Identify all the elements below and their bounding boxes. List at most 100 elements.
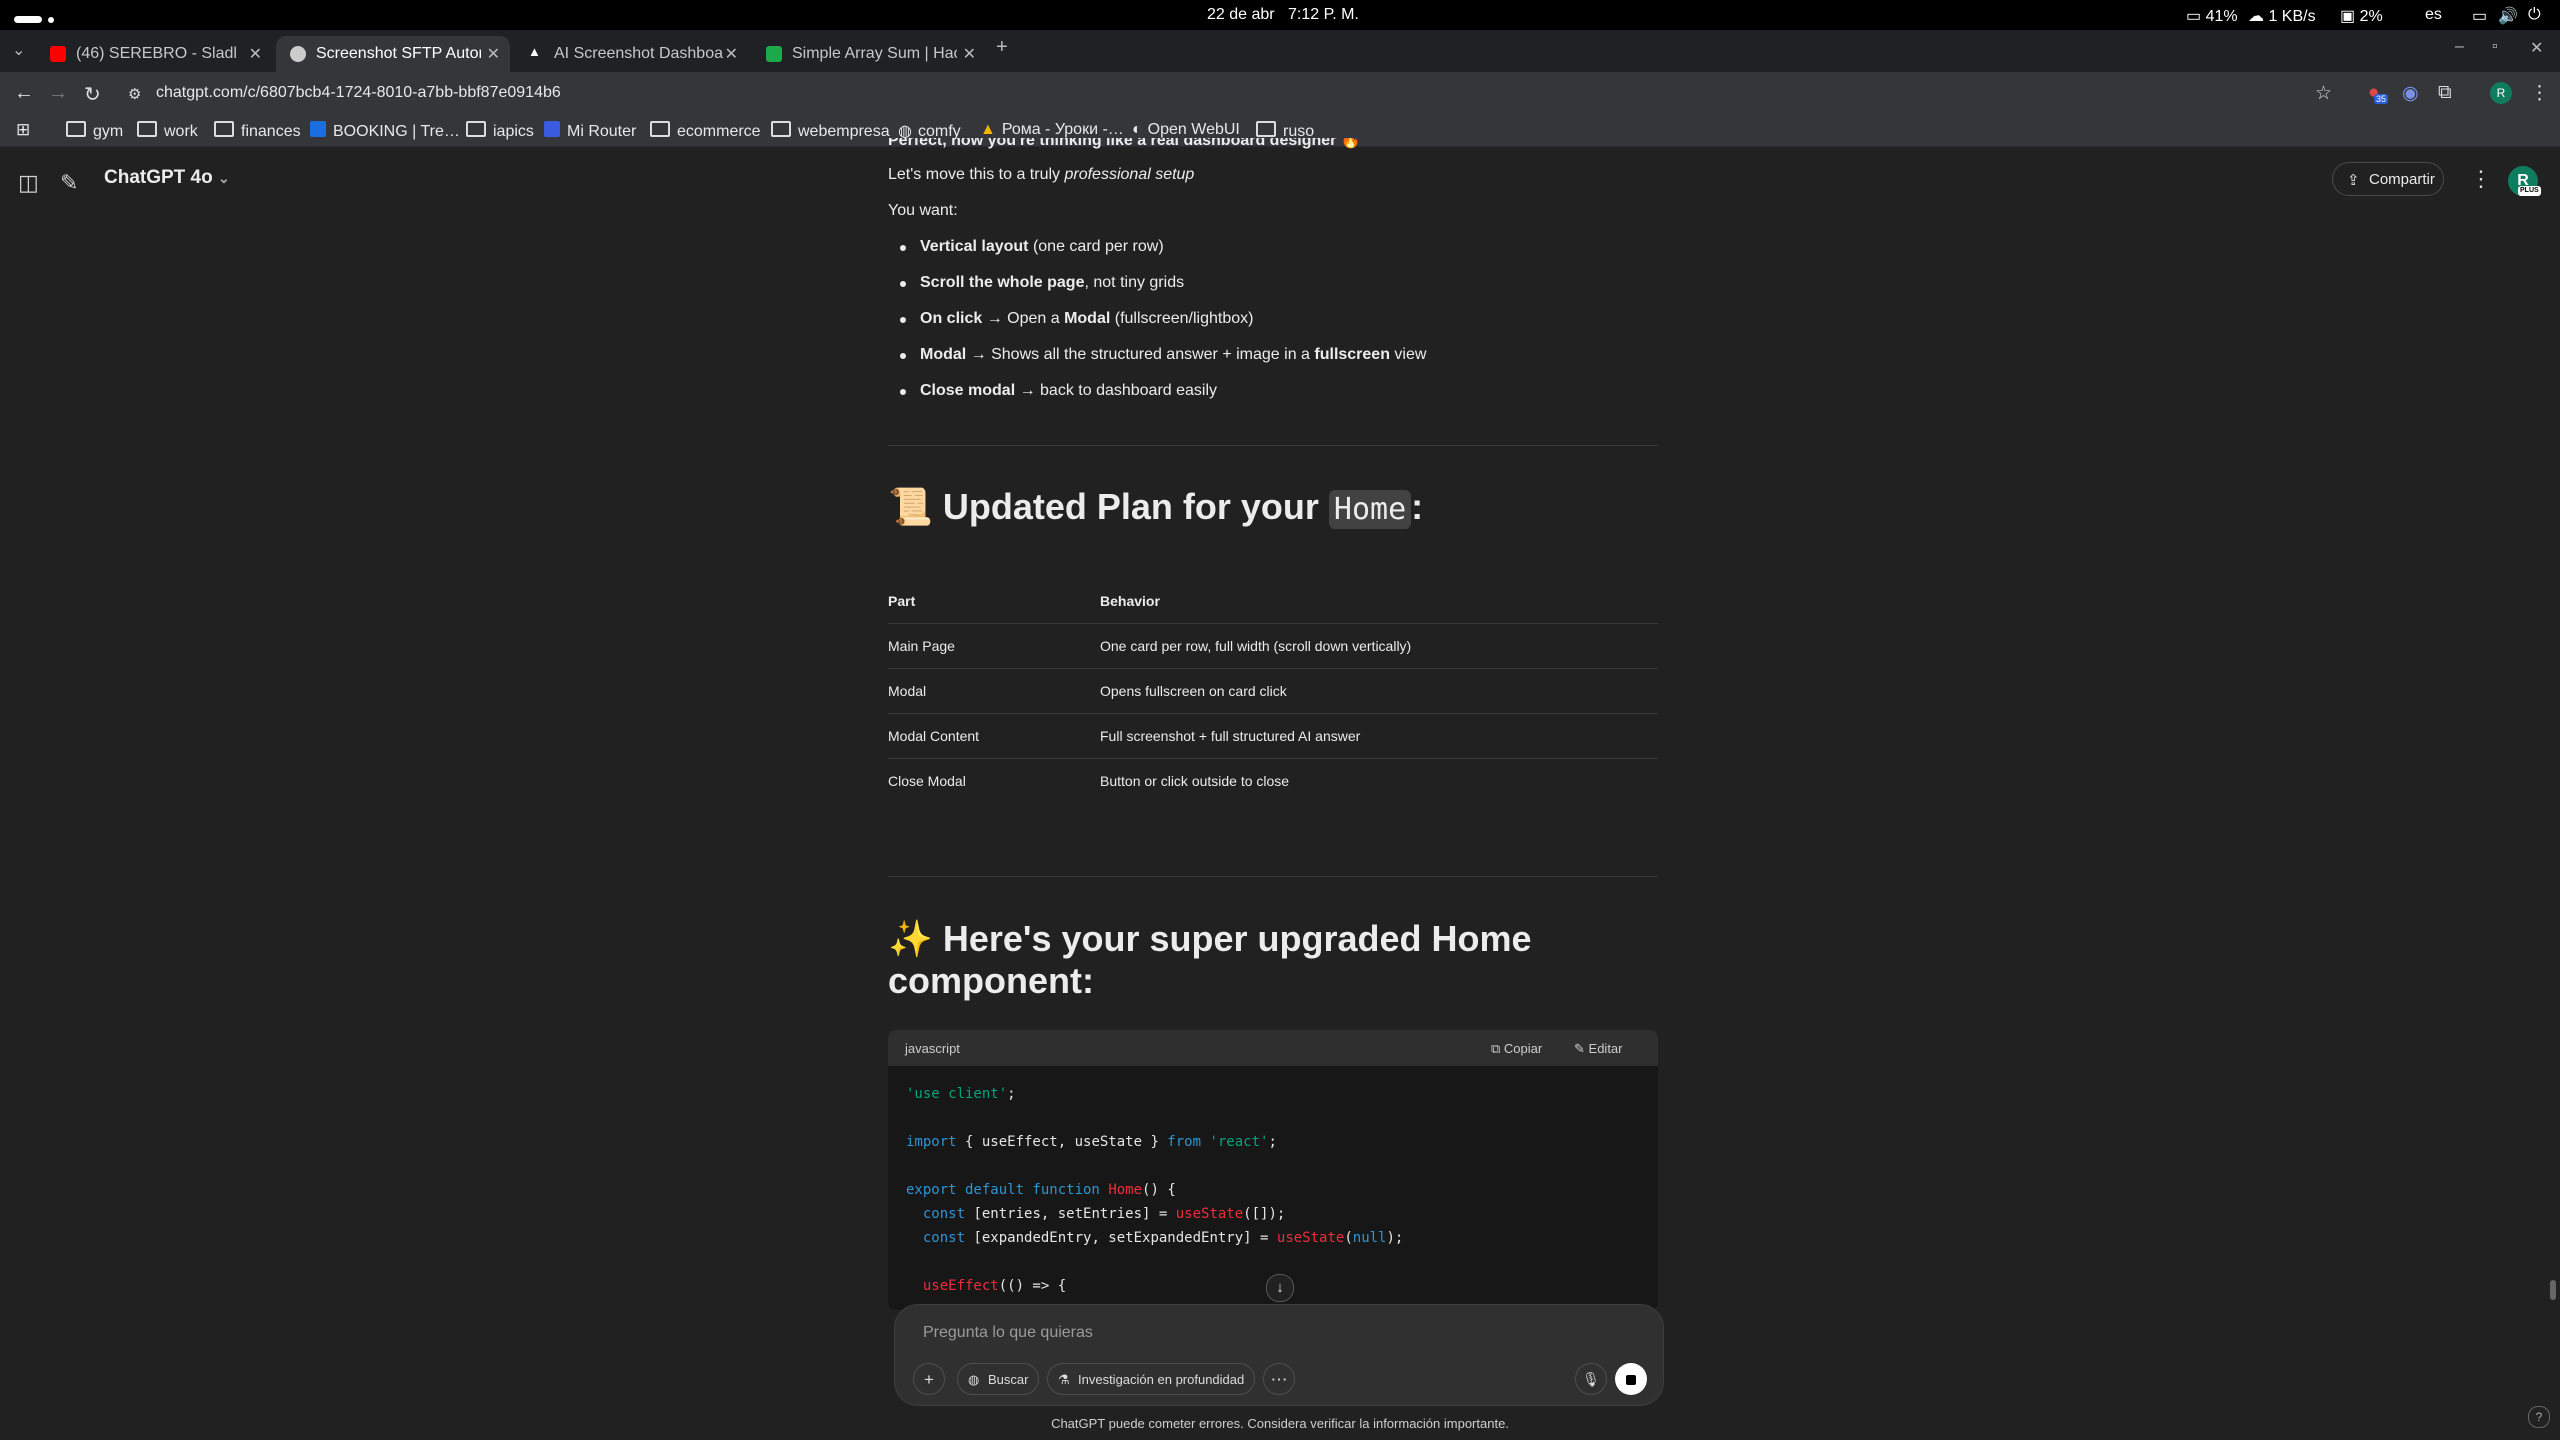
- system-clock[interactable]: 7:12 P. M.: [1288, 6, 1359, 24]
- copy-code-button[interactable]: ⧉ Copiar: [1491, 1041, 1542, 1057]
- extension-red-icon[interactable]: ● 35: [2368, 82, 2389, 104]
- bookmark-folder-work[interactable]: work: [137, 121, 198, 141]
- avatar[interactable]: R PLUS: [2508, 166, 2541, 196]
- browser-menu-icon[interactable]: ⋮: [2530, 82, 2549, 105]
- folder-icon: [771, 121, 791, 137]
- stop-generating-button[interactable]: [1615, 1363, 1647, 1395]
- screen-icon[interactable]: ▭: [2472, 6, 2487, 26]
- reload-icon[interactable]: ↻: [84, 82, 101, 107]
- bookmark-roma-lessons[interactable]: ▲ Рома - Уроки -…: [980, 121, 1124, 139]
- deep-research-button[interactable]: ⚗ Investigación en profundidad: [1047, 1363, 1255, 1395]
- browser-toolbar: ← → ↻ ⚙ chatgpt.com/c/6807bcb4-1724-8010…: [0, 72, 2560, 116]
- disclaimer-text: ChatGPT puede cometer errores. Considera…: [1051, 1416, 1509, 1431]
- tab-ai-screenshot-dashboard[interactable]: ▲ AI Screenshot Dashboard ✕: [514, 36, 748, 72]
- globe-icon: ◍: [968, 1372, 980, 1387]
- search-button[interactable]: ◍ Buscar: [957, 1363, 1039, 1395]
- close-tab-icon[interactable]: ✕: [725, 44, 738, 64]
- folder-icon: [1256, 121, 1276, 137]
- maximize-window-icon[interactable]: ▫: [2492, 38, 2498, 56]
- intro-text: Let's move this to a truly: [888, 166, 1065, 183]
- plan-heading: 📜 Updated Plan for your Home:: [888, 486, 1423, 531]
- close-tab-icon[interactable]: ✕: [249, 44, 262, 64]
- tab-title: Simple Array Sum | Hacke: [792, 45, 957, 62]
- table-header-row: Part Behavior: [888, 578, 1658, 624]
- edit-label: Editar: [1588, 1041, 1623, 1056]
- cpu-indicator[interactable]: ▣ 2%: [2340, 6, 2383, 26]
- close-tab-icon[interactable]: ✕: [963, 44, 976, 64]
- message-composer: Pregunta lo que quieras + ◍ Buscar ⚗ Inves…: [894, 1304, 1664, 1406]
- volume-icon[interactable]: 🔊: [2498, 6, 2518, 26]
- power-icon[interactable]: ⏻: [2528, 6, 2541, 24]
- bookmark-open-webui[interactable]: ◐ Open WebUI: [1132, 121, 1240, 139]
- bookmark-star-icon[interactable]: ☆: [2315, 82, 2332, 105]
- heading-bold: super upgraded Home: [1149, 918, 1532, 959]
- bookmark-folder-gym[interactable]: gym: [66, 121, 123, 141]
- bookmark-folder-iapics[interactable]: iapics: [466, 121, 534, 141]
- tab-simple-array-sum[interactable]: Simple Array Sum | Hacke ✕: [752, 36, 986, 72]
- list-item-bold: Modal →: [920, 346, 992, 363]
- battery-indicator[interactable]: ▭ 41%: [2186, 6, 2238, 26]
- bookmark-mi-router[interactable]: Mi Router: [544, 121, 636, 141]
- microphone-button[interactable]: 🎙: [1575, 1363, 1607, 1395]
- code-content[interactable]: 'use client'; import { useEffect, useSta…: [906, 1082, 1403, 1298]
- network-indicator[interactable]: ☁ 1 KB/s: [2248, 6, 2316, 26]
- table-header: Part: [888, 593, 916, 609]
- system-date[interactable]: 22 de abr: [1207, 6, 1275, 24]
- new-chat-icon[interactable]: ✎: [60, 170, 78, 196]
- toggle-sidebar-icon[interactable]: ◫: [18, 170, 39, 196]
- page-scrollbar[interactable]: [2550, 1280, 2556, 1300]
- bookmark-booking[interactable]: BOOKING | Tre…: [310, 121, 460, 141]
- plus-badge: PLUS: [2518, 186, 2541, 196]
- extension-blue-icon[interactable]: ◉: [2402, 82, 2419, 105]
- back-arrow-icon[interactable]: ←: [14, 82, 34, 105]
- scroll-emoji-icon: 📜: [888, 486, 933, 527]
- telescope-icon: ⚗: [1058, 1372, 1070, 1387]
- close-tab-icon[interactable]: ✕: [487, 44, 500, 64]
- bookmark-folder-ecommerce[interactable]: ecommerce: [650, 121, 761, 141]
- minimize-window-icon[interactable]: –: [2455, 38, 2464, 56]
- apps-grid-icon[interactable]: ⊞: [16, 120, 30, 140]
- list-item-bold: Scroll the whole page: [920, 274, 1085, 291]
- close-window-icon[interactable]: ✕: [2530, 38, 2543, 58]
- table-cell: Opens fullscreen on card click: [1100, 683, 1287, 699]
- table-cell: Button or click outside to close: [1100, 773, 1290, 789]
- folder-icon: [137, 121, 157, 137]
- vercel-triangle-icon: ▲: [528, 44, 541, 59]
- attach-plus-button[interactable]: +: [913, 1363, 945, 1395]
- bookmark-folder-finances[interactable]: finances: [214, 121, 301, 141]
- code-block: javascript ⧉ Copiar ✎ Editar 'use client…: [888, 1030, 1658, 1310]
- address-bar[interactable]: chatgpt.com/c/6807bcb4-1724-8010-a7bb-bb…: [156, 84, 561, 102]
- keyboard-language[interactable]: es: [2425, 6, 2442, 24]
- edit-code-button[interactable]: ✎ Editar: [1574, 1041, 1623, 1057]
- youtube-icon: [50, 46, 66, 62]
- model-selector[interactable]: ChatGPT 4o ⌄: [104, 167, 230, 189]
- workspace-indicator[interactable]: [14, 11, 54, 29]
- tab-screenshot-sftp[interactable]: Screenshot SFTP Automa ✕: [276, 36, 510, 72]
- profile-avatar-icon[interactable]: R: [2490, 82, 2512, 104]
- drive-icon: ▲: [980, 121, 996, 138]
- heading-text-line2: component:: [888, 960, 1094, 1001]
- table-row: Modal Opens fullscreen on card click: [888, 668, 1658, 714]
- tab-serebro[interactable]: (46) SEREBRO - Sladko l ✕: [36, 36, 272, 72]
- table-cell: One card per row, full width (scroll dow…: [1100, 638, 1412, 654]
- list-item-text: , not tiny grids: [1084, 274, 1185, 291]
- scroll-to-bottom-arrow-icon[interactable]: ↓: [1266, 1274, 1294, 1302]
- forward-arrow-icon[interactable]: →: [48, 82, 68, 105]
- conversation-options-icon[interactable]: ⋮: [2470, 166, 2492, 192]
- share-button[interactable]: ⇪ Compartir: [2332, 162, 2444, 196]
- more-tools-button[interactable]: ⋯: [1263, 1363, 1295, 1395]
- plan-heading-text: Updated Plan for your: [942, 486, 1329, 527]
- tab-search-chevron-icon[interactable]: ⌄: [12, 40, 25, 60]
- bookmark-folder-webempresa[interactable]: webempresa: [771, 121, 890, 141]
- plan-heading-colon: :: [1411, 486, 1424, 527]
- new-tab-plus-icon[interactable]: +: [996, 36, 1008, 59]
- site-info-icon[interactable]: ⚙: [128, 85, 141, 103]
- bookmark-label: work: [164, 123, 198, 140]
- tab-title: (46) SEREBRO - Sladko l: [76, 45, 236, 62]
- help-question-icon[interactable]: ?: [2528, 1406, 2550, 1428]
- extension-badge: 35: [2374, 94, 2389, 104]
- bookmark-label: Рома - Уроки -…: [1001, 121, 1124, 138]
- prompt-input[interactable]: Pregunta lo que quieras: [923, 1324, 1093, 1342]
- bookmark-label: Mi Router: [567, 123, 637, 140]
- extensions-puzzle-icon[interactable]: ⧉: [2438, 82, 2452, 104]
